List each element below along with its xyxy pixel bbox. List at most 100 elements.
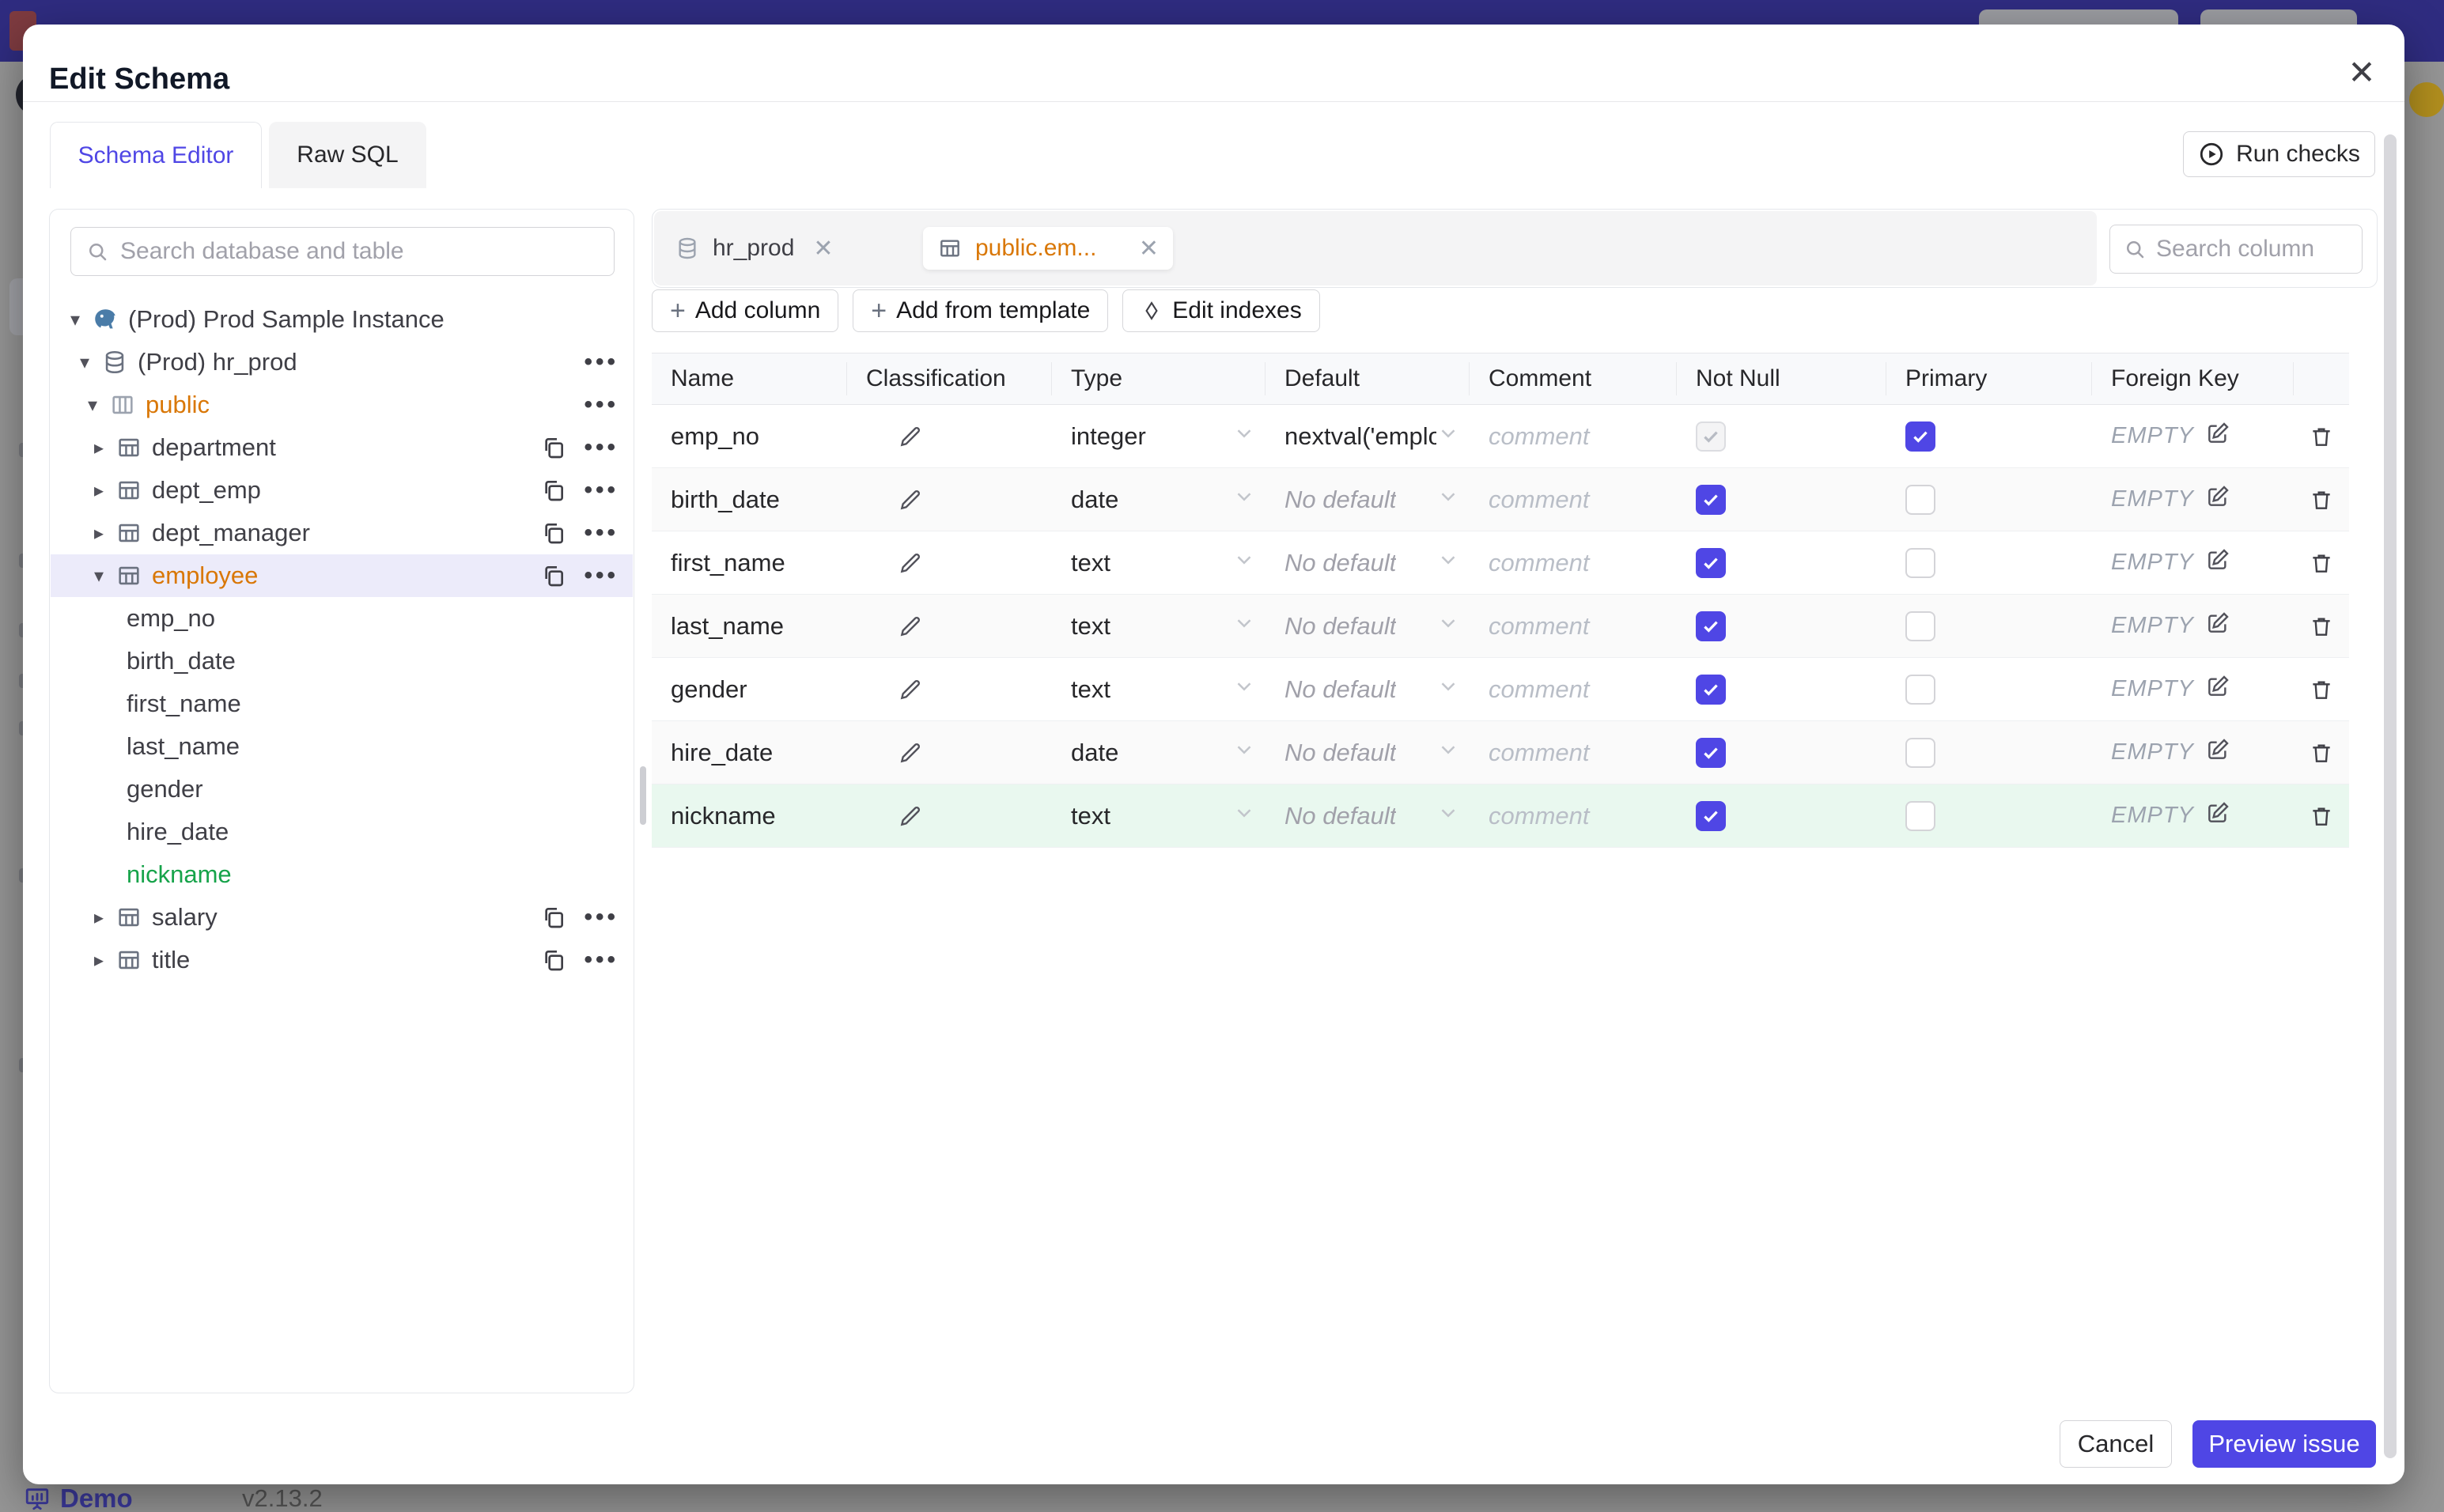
- tree-node-table-salary[interactable]: ▸ salary •••: [51, 896, 633, 939]
- more-actions-icon[interactable]: •••: [584, 905, 619, 929]
- edit-foreign-key-icon[interactable]: [2205, 800, 2230, 832]
- copy-icon[interactable]: [541, 520, 566, 546]
- preview-issue-button[interactable]: Preview issue: [2192, 1420, 2376, 1468]
- tree-node-database[interactable]: ▾ (Prod) hr_prod •••: [51, 341, 633, 384]
- classification-cell[interactable]: [847, 487, 1052, 512]
- column-name[interactable]: nickname: [671, 802, 776, 830]
- tree-node-table-title[interactable]: ▸ title •••: [51, 939, 633, 981]
- panel-resize-handle[interactable]: [640, 766, 646, 825]
- not-null-checkbox[interactable]: [1696, 800, 1726, 831]
- default-select[interactable]: No default: [1266, 801, 1470, 831]
- edit-indexes-button[interactable]: Edit indexes: [1122, 289, 1320, 332]
- comment-input[interactable]: comment: [1489, 739, 1589, 767]
- comment-input[interactable]: comment: [1489, 675, 1589, 704]
- more-actions-icon[interactable]: •••: [584, 436, 619, 459]
- more-actions-icon[interactable]: •••: [584, 350, 619, 374]
- column-name[interactable]: gender: [671, 675, 747, 704]
- edit-foreign-key-icon[interactable]: [2205, 737, 2230, 769]
- primary-checkbox[interactable]: [1905, 610, 1935, 641]
- primary-checkbox[interactable]: [1905, 737, 1935, 768]
- close-chip-icon[interactable]: ✕: [1139, 235, 1159, 263]
- delete-column-button[interactable]: [2294, 740, 2349, 765]
- tree-node-schema-public[interactable]: ▾ public •••: [51, 384, 633, 426]
- tree-search-input[interactable]: Search database and table: [70, 227, 615, 276]
- delete-column-button[interactable]: [2294, 803, 2349, 829]
- add-column-button[interactable]: + Add column: [652, 289, 839, 332]
- edit-foreign-key-icon[interactable]: [2205, 547, 2230, 579]
- caret-right-icon[interactable]: ▸: [87, 522, 111, 545]
- delete-column-button[interactable]: [2294, 424, 2349, 449]
- more-actions-icon[interactable]: •••: [584, 564, 619, 588]
- delete-column-button[interactable]: [2294, 550, 2349, 576]
- edit-foreign-key-icon[interactable]: [2205, 484, 2230, 516]
- tab-schema-editor[interactable]: Schema Editor: [50, 122, 262, 188]
- tree-node-column-gender[interactable]: gender: [51, 768, 633, 811]
- column-name[interactable]: last_name: [671, 612, 784, 641]
- copy-icon[interactable]: [541, 478, 566, 503]
- column-name[interactable]: first_name: [671, 549, 785, 577]
- default-select[interactable]: No default: [1266, 548, 1470, 578]
- cancel-button[interactable]: Cancel: [2060, 1420, 2172, 1468]
- tree-node-column-nickname[interactable]: nickname: [51, 853, 633, 896]
- default-select[interactable]: No default: [1266, 485, 1470, 515]
- classification-cell[interactable]: [847, 424, 1052, 449]
- type-select[interactable]: date: [1052, 485, 1266, 515]
- caret-down-icon[interactable]: ▾: [81, 394, 104, 417]
- default-select[interactable]: nextval('employ: [1266, 421, 1470, 452]
- tree-node-table-employee[interactable]: ▾ employee •••: [51, 554, 633, 597]
- default-select[interactable]: No default: [1266, 611, 1470, 641]
- tree-node-instance[interactable]: ▾ (Prod) Prod Sample Instance: [51, 298, 633, 341]
- primary-checkbox[interactable]: [1905, 421, 1935, 452]
- more-actions-icon[interactable]: •••: [584, 948, 619, 972]
- copy-icon[interactable]: [541, 947, 566, 973]
- not-null-checkbox[interactable]: [1696, 421, 1726, 452]
- classification-cell[interactable]: [847, 550, 1052, 576]
- not-null-checkbox[interactable]: [1696, 610, 1726, 641]
- primary-checkbox[interactable]: [1905, 484, 1935, 515]
- tree-node-column-first-name[interactable]: first_name: [51, 682, 633, 725]
- more-actions-icon[interactable]: •••: [584, 478, 619, 502]
- run-checks-button[interactable]: Run checks: [2183, 131, 2375, 177]
- type-select[interactable]: text: [1052, 548, 1266, 578]
- caret-down-icon[interactable]: ▾: [87, 565, 111, 588]
- default-select[interactable]: No default: [1266, 738, 1470, 768]
- not-null-checkbox[interactable]: [1696, 484, 1726, 515]
- comment-input[interactable]: comment: [1489, 422, 1589, 451]
- tree-node-column-birth-date[interactable]: birth_date: [51, 640, 633, 682]
- classification-cell[interactable]: [847, 740, 1052, 765]
- close-chip-icon[interactable]: ✕: [813, 235, 833, 263]
- type-select[interactable]: text: [1052, 675, 1266, 705]
- default-select[interactable]: No default: [1266, 675, 1470, 705]
- edit-foreign-key-icon[interactable]: [2205, 610, 2230, 642]
- classification-cell[interactable]: [847, 803, 1052, 829]
- tab-raw-sql[interactable]: Raw SQL: [269, 122, 426, 188]
- caret-right-icon[interactable]: ▸: [87, 949, 111, 972]
- comment-input[interactable]: comment: [1489, 612, 1589, 641]
- column-search-input[interactable]: Search column: [2109, 225, 2363, 274]
- comment-input[interactable]: comment: [1489, 549, 1589, 577]
- delete-column-button[interactable]: [2294, 677, 2349, 702]
- more-actions-icon[interactable]: •••: [584, 393, 619, 417]
- tree-node-column-hire-date[interactable]: hire_date: [51, 811, 633, 853]
- close-icon[interactable]: ✕: [2338, 48, 2385, 96]
- type-select[interactable]: text: [1052, 801, 1266, 831]
- caret-right-icon[interactable]: ▸: [87, 479, 111, 502]
- modal-scrollbar[interactable]: [2384, 134, 2397, 1458]
- caret-right-icon[interactable]: ▸: [87, 906, 111, 929]
- caret-down-icon[interactable]: ▾: [63, 308, 87, 331]
- primary-checkbox[interactable]: [1905, 800, 1935, 831]
- more-actions-icon[interactable]: •••: [584, 521, 619, 545]
- delete-column-button[interactable]: [2294, 614, 2349, 639]
- delete-column-button[interactable]: [2294, 487, 2349, 512]
- copy-icon[interactable]: [541, 905, 566, 930]
- copy-icon[interactable]: [541, 435, 566, 460]
- tree-node-table-department[interactable]: ▸ department •••: [51, 426, 633, 469]
- add-from-template-button[interactable]: + Add from template: [853, 289, 1109, 332]
- comment-input[interactable]: comment: [1489, 802, 1589, 830]
- tree-node-column-last-name[interactable]: last_name: [51, 725, 633, 768]
- primary-checkbox[interactable]: [1905, 674, 1935, 705]
- type-select[interactable]: date: [1052, 738, 1266, 768]
- caret-right-icon[interactable]: ▸: [87, 437, 111, 459]
- tree-node-column-emp-no[interactable]: emp_no: [51, 597, 633, 640]
- tree-node-table-dept-emp[interactable]: ▸ dept_emp •••: [51, 469, 633, 512]
